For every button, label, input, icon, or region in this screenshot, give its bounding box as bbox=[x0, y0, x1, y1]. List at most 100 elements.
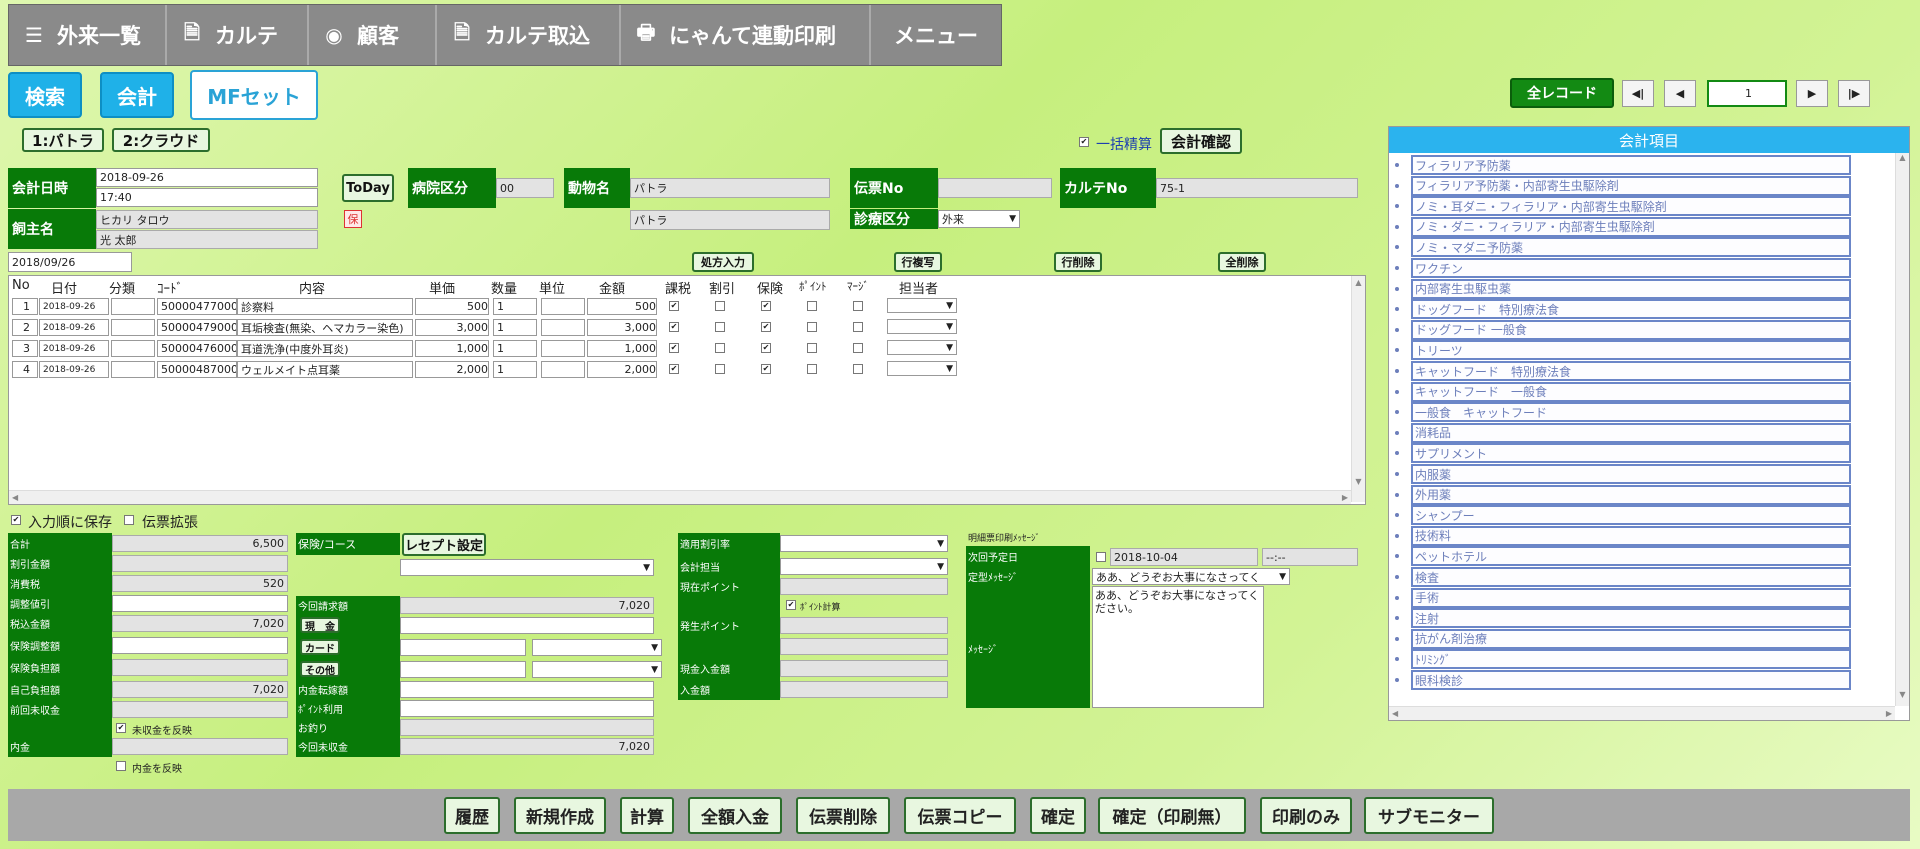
accounting-confirm-button[interactable]: 会計確認 bbox=[1160, 128, 1242, 154]
receipt-setting-button[interactable]: レセプト設定 bbox=[402, 533, 486, 556]
date-input[interactable]: 2018-09-26 bbox=[96, 168, 318, 187]
staff-select[interactable]: ▼ bbox=[887, 319, 957, 334]
accounting-item[interactable]: ドッグフード 特別療法食 bbox=[1411, 299, 1851, 320]
card-button[interactable]: カード bbox=[300, 639, 340, 655]
row-checkbox[interactable]: ✔ bbox=[761, 322, 771, 332]
accounting-item[interactable]: ドッグフード 一般食 bbox=[1411, 319, 1851, 340]
accounting-item[interactable]: 技術料 bbox=[1411, 525, 1851, 546]
accounting-item[interactable]: 内部寄生虫駆虫薬 bbox=[1411, 278, 1851, 299]
accounting-item[interactable]: キャットフード 特別療法食 bbox=[1411, 361, 1851, 381]
cell-code[interactable]: 50000476000 bbox=[157, 340, 237, 357]
mf-set-button[interactable]: MFセット bbox=[190, 70, 318, 120]
reflect-deposit-checkbox[interactable] bbox=[116, 761, 126, 771]
row-checkbox[interactable] bbox=[853, 301, 863, 311]
row-checkbox[interactable]: ✔ bbox=[669, 322, 679, 332]
panel-vertical-scrollbar[interactable]: ▲ ▼ bbox=[1895, 153, 1909, 706]
other-button[interactable]: その他 bbox=[300, 661, 340, 677]
cell-price[interactable]: 3,000 bbox=[415, 319, 489, 336]
row-checkbox[interactable]: ✔ bbox=[761, 343, 771, 353]
staff-select[interactable]: ▼ bbox=[887, 298, 957, 313]
nav-customer[interactable]: ◉ 顧客 bbox=[309, 5, 437, 65]
reflect-unpaid-checkbox[interactable]: ✔ bbox=[116, 723, 126, 733]
staff-select[interactable]: ▼ bbox=[780, 558, 948, 575]
accounting-item[interactable]: ペットホテル bbox=[1411, 546, 1851, 567]
cell-price[interactable]: 2,000 bbox=[415, 361, 489, 378]
cell-code[interactable]: 50000479000 bbox=[157, 319, 237, 336]
accounting-item[interactable]: ノミ・耳ダニ・フィラリア・内部寄生虫駆除剤 bbox=[1411, 196, 1851, 217]
accounting-item[interactable]: シャンプー bbox=[1411, 505, 1851, 526]
cell-qty[interactable]: 1 bbox=[493, 298, 537, 315]
insurance-adjust-input[interactable] bbox=[112, 637, 288, 654]
other-input[interactable] bbox=[400, 661, 526, 678]
cell-cat[interactable] bbox=[111, 340, 155, 357]
tab-patora[interactable]: 1:パトラ bbox=[22, 128, 104, 152]
accounting-item[interactable]: 外用薬 bbox=[1411, 484, 1851, 505]
search-mode-button[interactable]: 検索 bbox=[8, 72, 82, 118]
accounting-item[interactable]: ﾄﾘﾐﾝｸﾞ bbox=[1411, 649, 1851, 670]
nav-menu[interactable]: メニュー bbox=[871, 5, 1001, 65]
cell-date[interactable]: 2018-09-26 bbox=[39, 340, 109, 357]
accounting-item[interactable]: サプリメント bbox=[1411, 443, 1851, 464]
cell-date[interactable]: 2018-09-26 bbox=[39, 361, 109, 378]
cell-unit[interactable] bbox=[541, 319, 585, 336]
row-checkbox[interactable] bbox=[853, 343, 863, 353]
accounting-item[interactable]: フィラリア予防薬・内部寄生虫駆除剤 bbox=[1411, 175, 1851, 196]
copy-row-button[interactable]: 行複写 bbox=[894, 252, 942, 272]
message-textarea[interactable]: ああ、どうぞお大事になさってください。 bbox=[1092, 586, 1264, 708]
accounting-item[interactable]: 手術 bbox=[1411, 587, 1851, 608]
row-checkbox[interactable]: ✔ bbox=[669, 343, 679, 353]
row-checkbox[interactable] bbox=[853, 322, 863, 332]
cell-content[interactable]: 診察料 bbox=[237, 298, 413, 315]
next-page-button[interactable]: ▶ bbox=[1796, 80, 1828, 107]
nav-chart[interactable]: 🗎 カルテ bbox=[167, 5, 309, 65]
transfer-input[interactable] bbox=[400, 681, 654, 698]
panel-horizontal-scrollbar[interactable]: ◀ ▶ bbox=[1389, 706, 1895, 720]
cell-date[interactable]: 2018-09-26 bbox=[39, 319, 109, 336]
cell-code[interactable]: 50000477000 bbox=[157, 298, 237, 315]
cell-qty[interactable]: 1 bbox=[493, 361, 537, 378]
accounting-item[interactable]: 注射 bbox=[1411, 608, 1851, 629]
row-checkbox[interactable] bbox=[807, 301, 817, 311]
new-button[interactable]: 新規作成 bbox=[514, 797, 606, 834]
cell-price[interactable]: 1,000 bbox=[415, 340, 489, 357]
cell-no[interactable]: 3 bbox=[12, 340, 38, 357]
accounting-item[interactable]: 眼科検診 bbox=[1411, 670, 1851, 690]
cell-amount[interactable]: 3,000 bbox=[587, 319, 657, 336]
card-type-select[interactable]: ▼ bbox=[532, 639, 662, 656]
other-type-select[interactable]: ▼ bbox=[532, 661, 662, 678]
tab-cloud[interactable]: 2:クラウド bbox=[112, 128, 210, 152]
cell-no[interactable]: 2 bbox=[12, 319, 38, 336]
row-checkbox[interactable]: ✔ bbox=[761, 301, 771, 311]
cash-button[interactable]: 現 金 bbox=[300, 617, 340, 633]
full-payment-button[interactable]: 全額入金 bbox=[688, 797, 782, 834]
first-page-button[interactable]: ◀| bbox=[1622, 80, 1654, 107]
point-use-input[interactable] bbox=[400, 700, 654, 717]
expand-checkbox[interactable] bbox=[124, 515, 134, 525]
accounting-item[interactable]: 検査 bbox=[1411, 567, 1851, 587]
delete-slip-button[interactable]: 伝票削除 bbox=[796, 797, 890, 834]
accounting-item[interactable]: 抗がん剤治療 bbox=[1411, 628, 1851, 649]
delete-row-button[interactable]: 行削除 bbox=[1054, 252, 1102, 272]
cell-qty[interactable]: 1 bbox=[493, 340, 537, 357]
accounting-item[interactable]: ワクチン bbox=[1411, 258, 1851, 278]
row-checkbox[interactable]: ✔ bbox=[669, 301, 679, 311]
page-number-input[interactable]: 1 bbox=[1707, 80, 1787, 107]
cell-content[interactable]: 耳垢検査(無染、ヘマカラー染色) bbox=[237, 319, 413, 336]
cell-qty[interactable]: 1 bbox=[493, 319, 537, 336]
accounting-mode-button[interactable]: 会計 bbox=[100, 72, 174, 118]
row-checkbox[interactable]: ✔ bbox=[761, 364, 771, 374]
fixed-message-select[interactable]: ああ、どうぞお大事になさってく ▼ bbox=[1092, 568, 1290, 585]
treatment-select[interactable]: 外来 ▼ bbox=[938, 210, 1020, 228]
prescription-button[interactable]: 処方入力 bbox=[692, 252, 754, 272]
cell-price[interactable]: 500 bbox=[415, 298, 489, 315]
staff-select[interactable]: ▼ bbox=[887, 361, 957, 376]
staff-select[interactable]: ▼ bbox=[887, 340, 957, 355]
confirm-no-print-button[interactable]: 確定（印刷無） bbox=[1098, 797, 1246, 834]
time-input[interactable]: 17:40 bbox=[96, 188, 318, 207]
row-checkbox[interactable] bbox=[715, 322, 725, 332]
accounting-item[interactable]: 一般食 キャットフード bbox=[1411, 402, 1851, 423]
row-checkbox[interactable] bbox=[715, 301, 725, 311]
cell-amount[interactable]: 1,000 bbox=[587, 340, 657, 357]
row-checkbox[interactable] bbox=[807, 343, 817, 353]
rate-select[interactable]: ▼ bbox=[780, 535, 948, 552]
